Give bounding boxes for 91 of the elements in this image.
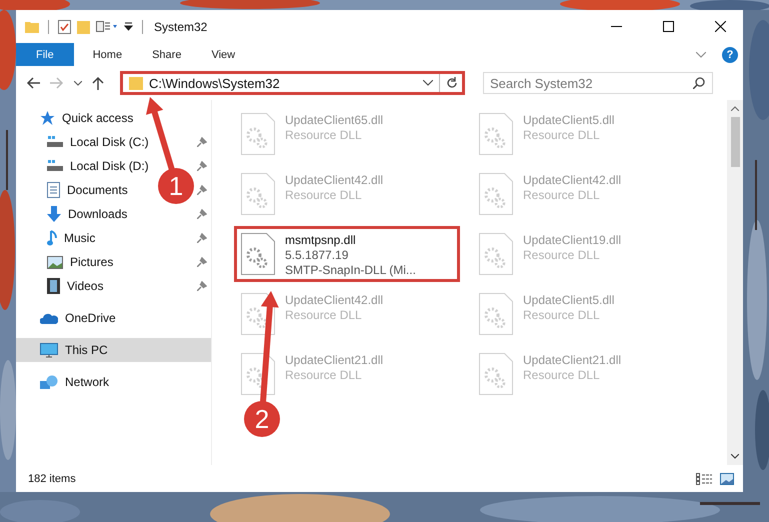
scroll-up-icon[interactable]: [731, 106, 739, 111]
chevron-down-icon[interactable]: [423, 80, 433, 86]
pin-icon[interactable]: [197, 281, 207, 291]
drive-icon: [47, 160, 63, 172]
address-path: C:\Windows\System32: [149, 76, 281, 90]
nav-item[interactable]: Local Disk (C:): [70, 135, 149, 149]
file-detail: Resource DLL: [523, 128, 601, 142]
file-menu-button[interactable]: File: [16, 43, 74, 66]
scroll-thumb[interactable]: [730, 117, 740, 167]
file-name: UpdateClient19.dll: [523, 233, 622, 247]
nav-item[interactable]: Music: [64, 231, 96, 245]
pin-icon[interactable]: [197, 209, 207, 219]
file-detail: Resource DLL: [285, 128, 363, 142]
file-name: msmtpsnp.dll: [285, 233, 357, 247]
pin-icon[interactable]: [197, 233, 207, 243]
dll-file-icon: [241, 113, 275, 155]
file-name: UpdateClient21.dll: [285, 353, 384, 367]
preview-view-icon[interactable]: [720, 472, 734, 484]
minimize-icon: [610, 26, 622, 28]
dropdown-icon[interactable]: [124, 22, 133, 31]
file-detail: Resource DLL: [285, 368, 363, 382]
step-badge: 1: [158, 168, 194, 204]
step-badge: 2: [244, 401, 280, 437]
file-name: UpdateClient5.dll: [523, 113, 614, 127]
document-icon: [47, 182, 60, 198]
file-name: UpdateClient21.dll: [523, 353, 622, 367]
file-detail: Resource DLL: [285, 188, 363, 202]
landscape-icon: [47, 256, 63, 268]
network-icon: [40, 374, 58, 390]
file-detail: SMTP-SnapIn-DLL (Mi...: [285, 263, 416, 277]
file-detail: 5.5.1877.19: [285, 248, 350, 262]
file-detail: Resource DLL: [523, 368, 601, 382]
film-icon: [47, 278, 60, 294]
download-arrow-icon: [47, 206, 61, 222]
dll-file-icon: [479, 173, 513, 215]
maximize-icon: [662, 21, 674, 32]
nav-item[interactable]: Network: [16, 370, 211, 394]
dll-file-icon: [479, 233, 513, 275]
search-icon: [693, 77, 705, 89]
help-button[interactable]: ?: [722, 46, 738, 62]
up-arrow-icon[interactable]: [92, 76, 104, 90]
pin-icon[interactable]: [197, 137, 207, 147]
pin-icon[interactable]: [197, 257, 207, 267]
scrollbar[interactable]: [727, 100, 743, 465]
address-bar[interactable]: C:\Windows\System32: [120, 71, 465, 95]
nav-item[interactable]: Downloads: [68, 207, 128, 221]
dll-file-icon: [241, 353, 275, 395]
file-name: UpdateClient42.dll: [285, 293, 384, 307]
refresh-icon[interactable]: [446, 77, 458, 89]
file-name: UpdateClient5.dll: [523, 293, 614, 307]
pin-icon[interactable]: [197, 185, 207, 195]
back-arrow-icon[interactable]: [26, 77, 40, 89]
file-detail: Resource DLL: [523, 248, 601, 262]
nav-item[interactable]: Videos: [67, 279, 104, 293]
ribbon-tab[interactable]: Share: [137, 43, 196, 66]
details-view-icon[interactable]: [696, 472, 712, 484]
nav-item[interactable]: Pictures: [70, 255, 114, 269]
file-name: UpdateClient65.dll: [285, 113, 384, 127]
pin-icon[interactable]: [197, 161, 207, 171]
nav-item[interactable]: This PC: [16, 338, 211, 362]
star-icon: [40, 111, 55, 125]
nav-item[interactable]: OneDrive: [16, 306, 211, 330]
ribbon-tab[interactable]: Home: [78, 43, 138, 66]
dll-file-icon: [479, 113, 513, 155]
cloud-icon: [40, 312, 58, 324]
search-field[interactable]: Search System32: [483, 72, 713, 94]
dll-file-icon: [479, 293, 513, 335]
folder-icon: [129, 76, 143, 90]
dll-file-icon: [479, 353, 513, 395]
ribbon-tab[interactable]: View: [196, 43, 250, 66]
dll-file-icon: [241, 173, 275, 215]
file-detail: Resource DLL: [285, 308, 363, 322]
drive-icon: [47, 136, 63, 148]
file-detail: Resource DLL: [523, 188, 601, 202]
properties-icon[interactable]: [96, 20, 118, 32]
file-name: UpdateClient42.dll: [523, 173, 622, 187]
close-icon: [714, 21, 726, 32]
file-tile[interactable]: msmtpsnp.dll 5.5.1877.19 SMTP-SnapIn-DLL (Mi...: [234, 226, 460, 282]
nav-item[interactable]: Documents: [67, 183, 128, 197]
music-note-icon: [47, 230, 57, 246]
window-title: System32: [154, 20, 208, 34]
nav-item[interactable]: Local Disk (D:): [70, 159, 149, 173]
item-count: 182 items: [28, 472, 76, 484]
file-detail: Resource DLL: [523, 308, 601, 322]
file-name: UpdateClient42.dll: [285, 173, 384, 187]
dll-file-icon: [241, 233, 275, 275]
nav-item[interactable]: Quick access: [16, 106, 211, 130]
checklist-icon[interactable]: [58, 20, 71, 34]
monitor-icon: [40, 342, 58, 358]
chevron-down-icon[interactable]: [74, 80, 82, 86]
scroll-down-icon[interactable]: [731, 454, 739, 459]
